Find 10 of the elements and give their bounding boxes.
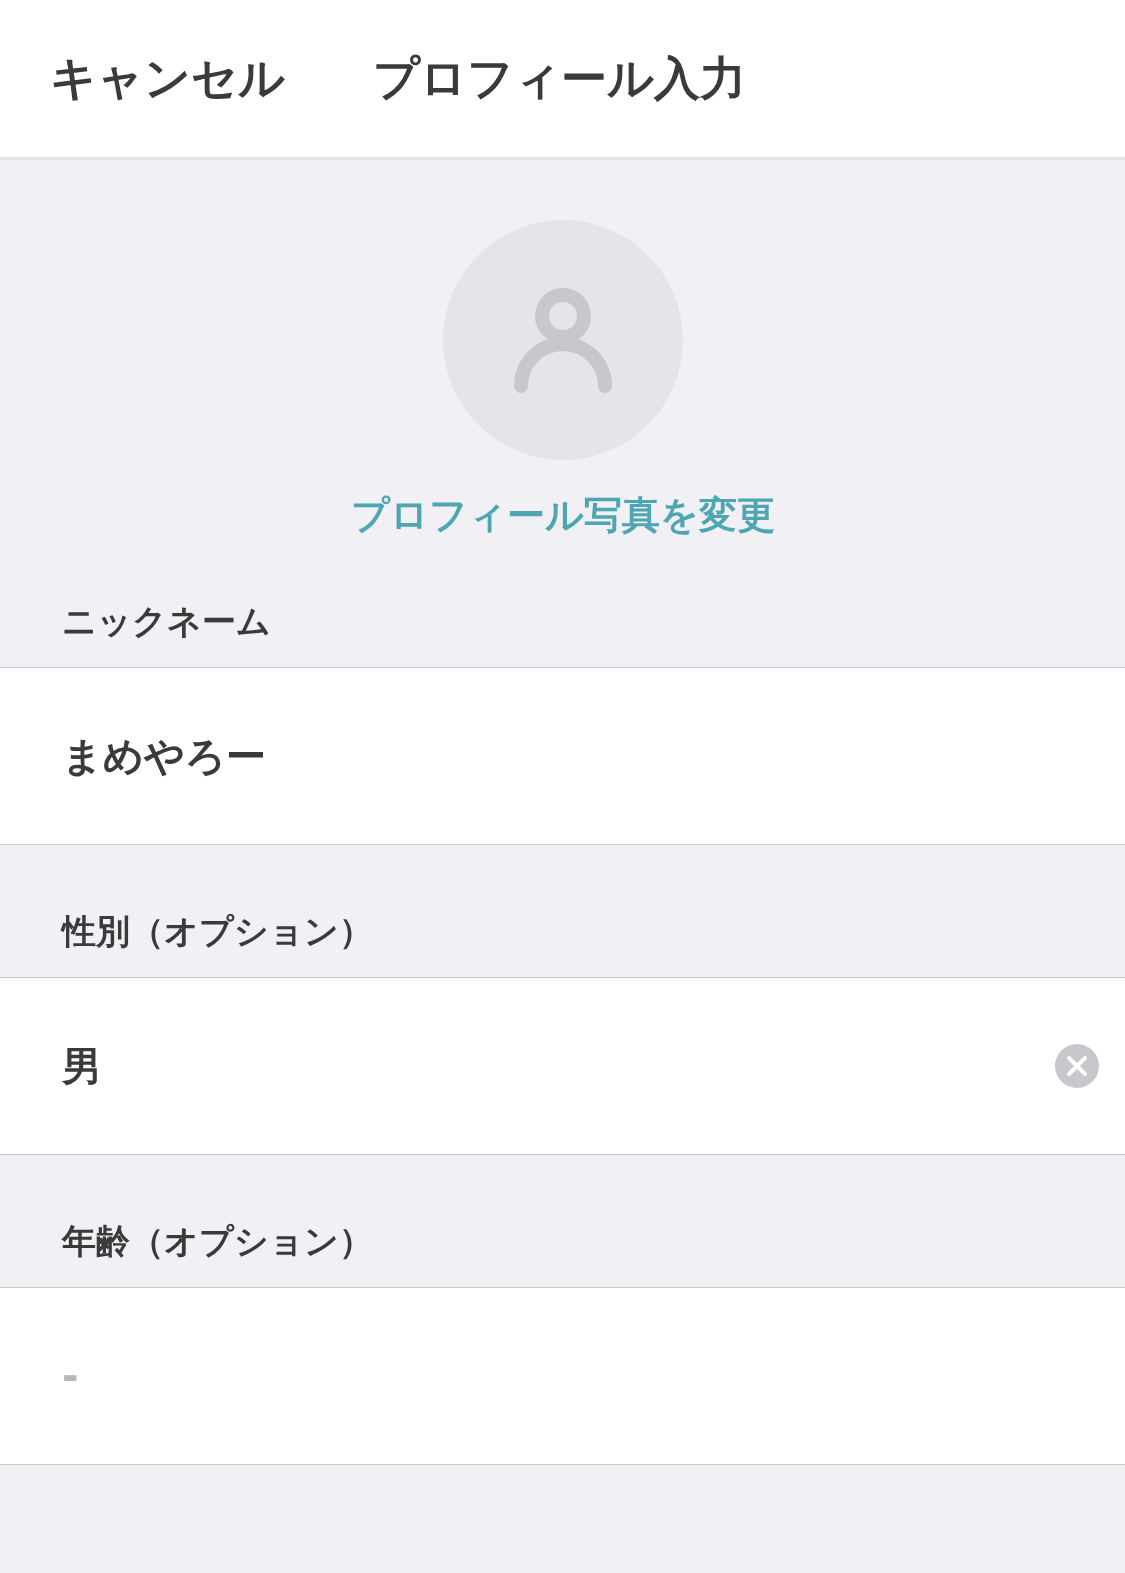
person-icon xyxy=(513,287,612,393)
field-label: 年齢（オプション） xyxy=(62,1220,373,1263)
input-field[interactable]: まめやろー xyxy=(62,733,1099,779)
screen-title: プロフィール入力 xyxy=(373,49,746,107)
field-label: ニックネーム xyxy=(62,600,271,643)
cancel-button[interactable]: キャンセル xyxy=(50,47,285,110)
close-icon xyxy=(1066,1055,1088,1077)
field-label: 性別（オプション） xyxy=(62,910,373,953)
input-field[interactable]: - xyxy=(62,1353,1099,1399)
clear-button[interactable] xyxy=(1055,1044,1099,1088)
